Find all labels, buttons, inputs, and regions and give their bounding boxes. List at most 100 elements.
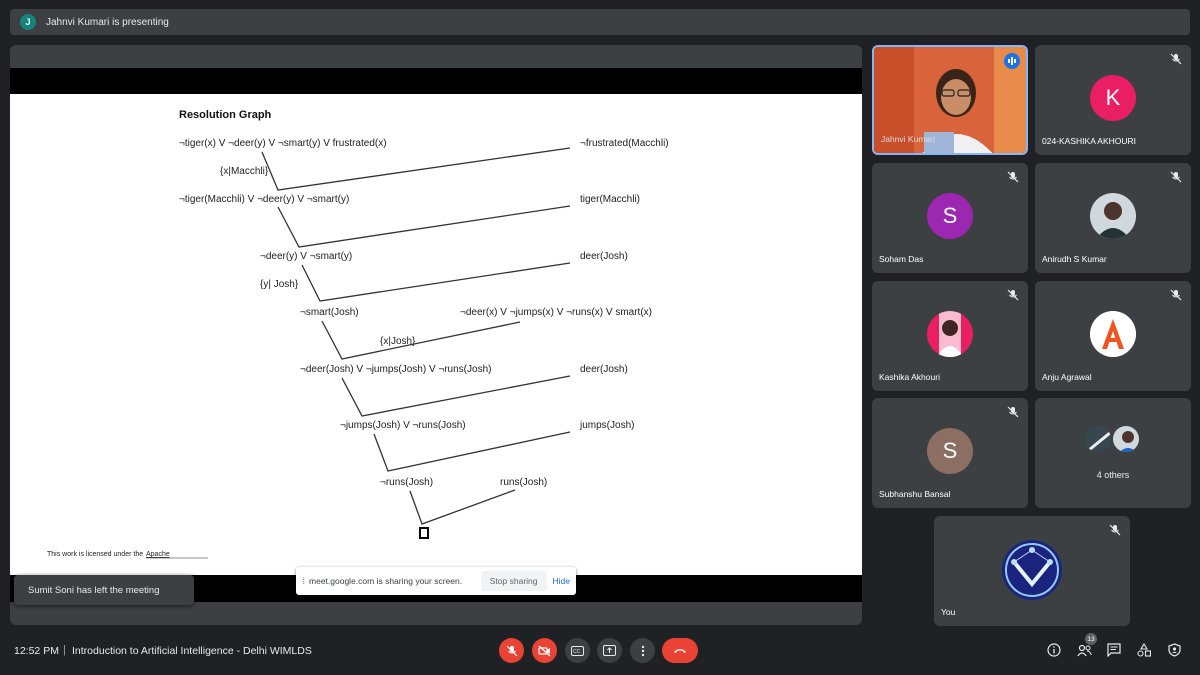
people-icon bbox=[1076, 644, 1092, 656]
camera-off-icon bbox=[538, 645, 551, 656]
title-separator: | bbox=[63, 644, 66, 656]
participant-tile-kashika-upper[interactable]: K 024-KASHIKA AKHOURI bbox=[1035, 45, 1191, 155]
clause-3: ¬tiger(Macchli) V ¬deer(y) V ¬smart(y) bbox=[179, 194, 349, 205]
clause-11: ¬jumps(Josh) V ¬runs(Josh) bbox=[340, 420, 466, 431]
mic-off-icon bbox=[1007, 171, 1019, 183]
presentation-stage: Resolution Graph ¬tiger(x) V ¬deer(y) V … bbox=[10, 45, 862, 625]
participant-name: 024-KASHIKA AKHOURI bbox=[1042, 136, 1137, 146]
clause-7: ¬smart(Josh) bbox=[300, 307, 359, 318]
presenting-bar: J Jahnvi Kumari is presenting bbox=[10, 9, 1190, 35]
others-avatar-2 bbox=[1111, 424, 1141, 454]
present-icon bbox=[603, 645, 616, 656]
clause-12: jumps(Josh) bbox=[579, 420, 634, 431]
toast-text: Sumit Soni has left the meeting bbox=[28, 584, 160, 596]
chat-button[interactable] bbox=[1106, 642, 1122, 658]
participant-name: Anirudh S Kumar bbox=[1042, 254, 1107, 264]
clause-9: ¬deer(Josh) V ¬jumps(Josh) V ¬runs(Josh) bbox=[300, 364, 491, 375]
participant-name: You bbox=[941, 607, 956, 617]
empty-clause-box bbox=[419, 527, 429, 539]
left-meeting-toast: Sumit Soni has left the meeting bbox=[14, 575, 194, 605]
captions-icon: CC bbox=[571, 645, 584, 656]
substitution-1: {x|Macchli} bbox=[220, 166, 269, 177]
clause-5: ¬deer(y) V ¬smart(y) bbox=[260, 251, 352, 262]
participant-avatar: S bbox=[927, 428, 973, 474]
mic-off-icon bbox=[1170, 171, 1182, 183]
activities-button[interactable] bbox=[1136, 642, 1152, 658]
camera-toggle-button[interactable] bbox=[532, 638, 557, 663]
clause-13: ¬runs(Josh) bbox=[380, 477, 433, 488]
mic-off-icon bbox=[1170, 53, 1182, 65]
slide: Resolution Graph ¬tiger(x) V ¬deer(y) V … bbox=[10, 94, 862, 575]
captions-button[interactable]: CC bbox=[565, 638, 590, 663]
participant-name: Kashika Akhouri bbox=[879, 372, 940, 382]
leave-call-button[interactable] bbox=[662, 638, 698, 663]
mic-toggle-button[interactable] bbox=[499, 638, 524, 663]
substitution-2: {y| Josh} bbox=[260, 279, 299, 290]
self-avatar bbox=[1002, 540, 1062, 600]
clock: 12:52 PM bbox=[14, 645, 59, 657]
drag-handle-icon[interactable]: ⁞⁞ bbox=[302, 576, 305, 586]
participant-name: Soham Das bbox=[879, 254, 924, 264]
share-notice-text: meet.google.com is sharing your screen. bbox=[309, 576, 463, 586]
clause-6: deer(Josh) bbox=[580, 251, 628, 262]
participant-count-badge: 13 bbox=[1085, 633, 1097, 645]
edge-5 bbox=[341, 375, 571, 417]
license-link[interactable]: Apache bbox=[146, 551, 170, 558]
present-now-button[interactable] bbox=[597, 638, 622, 663]
presenter-avatar: J bbox=[20, 14, 36, 30]
edge-6 bbox=[373, 431, 571, 472]
host-controls-button[interactable] bbox=[1166, 642, 1182, 658]
self-tile[interactable]: You bbox=[934, 516, 1130, 626]
mic-off-icon bbox=[1007, 289, 1019, 301]
participant-name: Jahnvi Kumari bbox=[881, 134, 935, 144]
svg-text:CC: CC bbox=[573, 649, 581, 655]
participant-avatar: K bbox=[1090, 75, 1136, 121]
clause-2: ¬frustrated(Macchli) bbox=[580, 138, 669, 149]
host-controls-icon bbox=[1167, 643, 1181, 657]
participant-photo bbox=[1090, 193, 1136, 239]
clause-4: tiger(Macchli) bbox=[580, 194, 640, 205]
others-tile[interactable]: 4 others bbox=[1035, 398, 1191, 508]
mic-off-icon bbox=[1007, 406, 1019, 418]
mic-off-icon bbox=[1170, 289, 1182, 301]
edge-1 bbox=[261, 147, 571, 191]
hide-button[interactable]: Hide bbox=[553, 576, 570, 586]
more-icon bbox=[641, 645, 644, 656]
participant-tile-anju[interactable]: Anju Agrawal bbox=[1035, 281, 1191, 391]
clause-1: ¬tiger(x) V ¬deer(y) V ¬smart(y) V frust… bbox=[179, 138, 387, 149]
edge-2 bbox=[277, 205, 571, 248]
mic-off-icon bbox=[506, 645, 517, 656]
participant-photo bbox=[927, 311, 973, 357]
clause-14: runs(Josh) bbox=[500, 477, 547, 488]
mic-off-icon bbox=[1109, 524, 1121, 536]
speaking-indicator-icon bbox=[1004, 53, 1020, 69]
info-icon bbox=[1047, 643, 1061, 657]
end-call-icon bbox=[674, 649, 686, 653]
participant-tile-subhanshu[interactable]: S Subhanshu Bansal bbox=[872, 398, 1028, 508]
participant-tile-jahnvi[interactable]: Jahnvi Kumari bbox=[872, 45, 1028, 155]
clause-8: ¬deer(x) V ¬jumps(x) V ¬runs(x) V smart(… bbox=[460, 307, 652, 318]
screen-share-notice: ⁞⁞ meet.google.com is sharing your scree… bbox=[296, 567, 576, 595]
meeting-details-button[interactable] bbox=[1046, 642, 1062, 658]
presenting-text: Jahnvi Kumari is presenting bbox=[46, 16, 169, 28]
activities-icon bbox=[1137, 643, 1151, 657]
edge-7 bbox=[409, 489, 516, 525]
resolution-graph: Resolution Graph ¬tiger(x) V ¬deer(y) V … bbox=[47, 109, 669, 559]
edge-4 bbox=[321, 320, 521, 360]
meeting-title: Introduction to Artificial Intelligence … bbox=[72, 645, 312, 657]
clause-10: deer(Josh) bbox=[580, 364, 628, 375]
participant-logo bbox=[1090, 311, 1136, 357]
chat-icon bbox=[1107, 643, 1121, 657]
participant-name: Subhanshu Bansal bbox=[879, 489, 951, 499]
participant-name: Anju Agrawal bbox=[1042, 372, 1092, 382]
participant-tile-anirudh[interactable]: Anirudh S Kumar bbox=[1035, 163, 1191, 273]
edge-3 bbox=[301, 262, 571, 302]
more-options-button[interactable] bbox=[630, 638, 655, 663]
participant-tile-kashika[interactable]: Kashika Akhouri bbox=[872, 281, 1028, 391]
participant-tile-soham[interactable]: S Soham Das bbox=[872, 163, 1028, 273]
others-avatar-1 bbox=[1083, 424, 1113, 454]
license-text: This work is licensed under the bbox=[47, 551, 143, 558]
participant-avatar: S bbox=[927, 193, 973, 239]
slide-title: Resolution Graph bbox=[179, 109, 272, 121]
stop-sharing-button[interactable]: Stop sharing bbox=[480, 571, 547, 591]
